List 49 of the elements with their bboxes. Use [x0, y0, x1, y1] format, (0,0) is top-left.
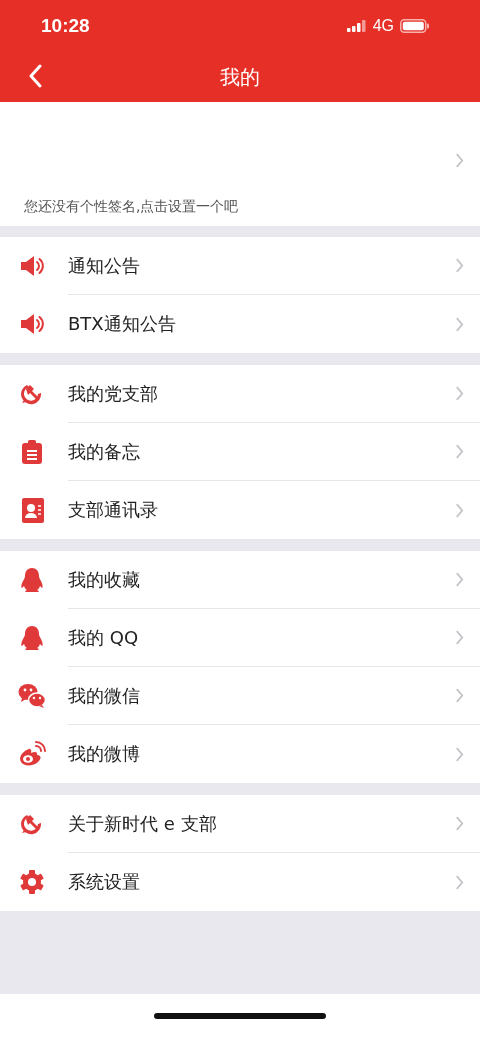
menu-label: 我的党支部 [68, 381, 158, 406]
menu-label: 我的 QQ [68, 625, 139, 650]
chevron-icon [455, 630, 464, 645]
menu-label: 支部通讯录 [68, 498, 158, 522]
chevron-icon [455, 386, 464, 401]
menu-item[interactable]: 系统设置 [0, 853, 480, 911]
menu-label: 我的微博 [68, 742, 140, 766]
chevron-icon [455, 444, 464, 459]
penguin-icon [19, 567, 45, 593]
chevron-icon [455, 153, 464, 168]
menu-label: 我的收藏 [68, 567, 140, 592]
penguin-icon [19, 625, 45, 651]
menu-item[interactable]: 支部通讯录 [0, 481, 480, 539]
chevron-icon [455, 258, 464, 273]
speaker-icon [19, 311, 45, 337]
menu-item[interactable]: 我的微博 [0, 725, 480, 783]
page-title: 我的 [220, 63, 260, 91]
chevron-icon [455, 502, 464, 518]
chevron-icon [455, 746, 464, 762]
contact-card-icon [19, 497, 45, 523]
menu-item[interactable]: 关于新时代 e 支部 [0, 795, 480, 853]
chevron-icon [455, 688, 464, 703]
menu-label: 我的微信 [68, 683, 140, 708]
menu-label: 系统设置 [68, 870, 140, 894]
network-label: 4G [372, 17, 394, 35]
menu-item[interactable]: 我的微信 [0, 667, 480, 725]
chevron-icon [455, 816, 464, 831]
signal-icon [346, 20, 367, 32]
menu-item[interactable]: 我的 QQ [0, 609, 480, 667]
menu-item[interactable]: 我的备忘 [0, 423, 480, 481]
menu-label: 通知公告 [68, 253, 140, 278]
menu-item[interactable]: 我的收藏 [0, 551, 480, 609]
profile-card[interactable]: 您还没有个性签名,点击设置一个吧 [0, 102, 480, 226]
chevron-icon [455, 874, 464, 890]
signature-text: 您还没有个性签名,点击设置一个吧 [24, 198, 240, 216]
battery-icon [400, 19, 430, 33]
settings-icon [19, 869, 45, 895]
status-time: 10:28 [41, 15, 90, 37]
speaker-icon [19, 253, 45, 279]
menu-label: BTX通知公告 [68, 312, 176, 336]
chat-bubbles-icon [18, 683, 46, 709]
chevron-icon [455, 316, 464, 332]
menu-item[interactable]: 通知公告 [0, 237, 480, 295]
chevron-icon [455, 572, 464, 587]
clipboard-icon [19, 439, 45, 465]
menu-label: 关于新时代 e 支部 [68, 811, 217, 836]
menu-label: 我的备忘 [68, 439, 140, 464]
menu-item[interactable]: BTX通知公告 [0, 295, 480, 353]
menu-item[interactable]: 我的党支部 [0, 365, 480, 423]
